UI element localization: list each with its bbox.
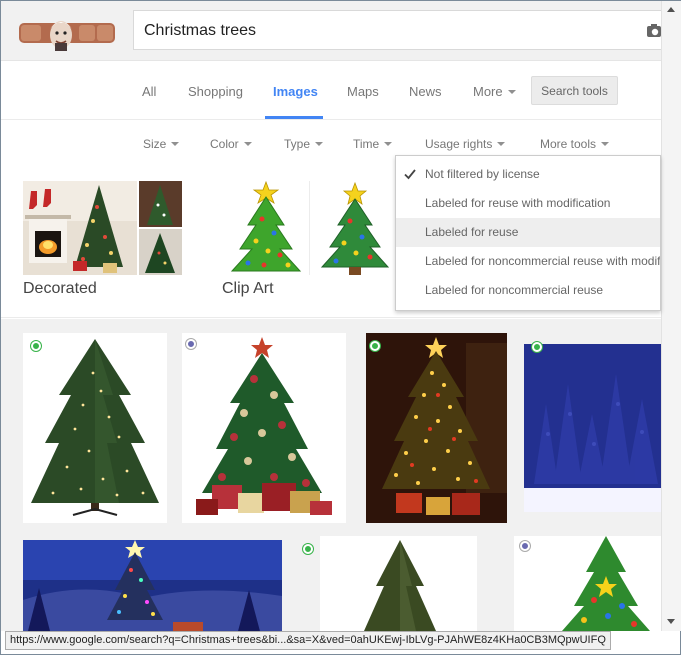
image-result[interactable] — [514, 536, 661, 631]
tool-color[interactable]: Color — [210, 137, 252, 151]
chevron-down-icon — [243, 141, 252, 146]
license-badge — [186, 339, 196, 349]
scroll-down-arrow-icon[interactable] — [667, 619, 675, 624]
chevron-down-icon — [601, 141, 610, 146]
tool-usage-rights[interactable]: Usage rights — [425, 137, 506, 151]
license-badge — [520, 541, 530, 551]
search-tools-button[interactable]: Search tools — [531, 76, 618, 105]
tab-maps[interactable]: Maps — [347, 84, 379, 99]
tool-label: Color — [210, 137, 239, 151]
image-result[interactable] — [23, 333, 167, 523]
related-label-decorated[interactable]: Decorated — [23, 280, 97, 298]
tool-size[interactable]: Size — [143, 137, 180, 151]
christmas-tree-image — [31, 339, 159, 516]
clip-art-tree-image — [222, 181, 397, 275]
menu-item-label: Labeled for noncommercial reuse with mod… — [425, 254, 661, 268]
usage-rights-menu: Not filtered by license Labeled for reus… — [395, 155, 661, 311]
related-card-clip-art[interactable] — [222, 181, 397, 275]
active-tab-underline — [265, 116, 323, 119]
scroll-up-arrow-icon[interactable] — [667, 7, 675, 12]
snowy-forest-image — [524, 344, 661, 512]
browser-window: All Shopping Images Maps News More Searc… — [0, 0, 681, 655]
image-result[interactable] — [320, 536, 477, 631]
image-results-grid — [1, 319, 661, 631]
decorated-tree-image — [23, 181, 182, 275]
tool-label: More tools — [540, 137, 597, 151]
menu-item-not-filtered[interactable]: Not filtered by license — [396, 160, 660, 189]
search-input[interactable] — [144, 19, 634, 43]
chevron-down-icon — [497, 141, 506, 146]
menu-item-label: Labeled for noncommercial reuse — [425, 283, 604, 297]
christmas-tree-image — [364, 540, 436, 631]
camera-icon[interactable] — [647, 23, 661, 39]
image-result[interactable] — [23, 540, 282, 631]
tab-more[interactable]: More — [473, 84, 516, 99]
license-badge — [532, 342, 542, 352]
menu-item-reuse[interactable]: Labeled for reuse — [396, 218, 660, 247]
tab-news[interactable]: News — [409, 84, 442, 99]
tool-label: Size — [143, 137, 167, 151]
license-badge — [370, 341, 380, 351]
search-box[interactable] — [133, 10, 661, 50]
chevron-down-icon — [315, 141, 324, 146]
checkmark-icon — [404, 169, 416, 180]
chevron-down-icon — [171, 141, 180, 146]
google-doodle-logo[interactable] — [17, 13, 117, 53]
vertical-scrollbar[interactable] — [661, 1, 681, 631]
image-result[interactable] — [182, 333, 346, 523]
tool-label: Type — [284, 137, 311, 151]
tool-label: Time — [353, 137, 380, 151]
tab-all[interactable]: All — [142, 84, 156, 99]
image-result[interactable] — [524, 344, 661, 512]
night-christmas-tree-image — [23, 540, 282, 631]
menu-item-noncommercial-modification[interactable]: Labeled for noncommercial reuse with mod… — [396, 247, 661, 276]
menu-item-label: Labeled for reuse with modification — [425, 196, 611, 210]
chevron-down-icon — [384, 141, 393, 146]
tool-type[interactable]: Type — [284, 137, 324, 151]
license-badge — [303, 544, 313, 554]
tool-label: Usage rights — [425, 137, 493, 151]
menu-item-reuse-modification[interactable]: Labeled for reuse with modification — [396, 189, 660, 218]
chevron-down-icon — [507, 89, 516, 94]
status-bar-url: https://www.google.com/search?q=Christma… — [5, 631, 611, 650]
image-result[interactable] — [366, 333, 507, 523]
menu-item-noncommercial[interactable]: Labeled for noncommercial reuse — [396, 276, 660, 305]
tab-shopping[interactable]: Shopping — [188, 84, 243, 99]
search-nav-tabs: All Shopping Images Maps News More Searc… — [1, 62, 661, 120]
tab-more-label: More — [473, 84, 503, 99]
christmas-tree-image — [562, 536, 650, 631]
related-card-decorated[interactable] — [23, 181, 182, 275]
christmas-tree-image — [366, 333, 507, 523]
menu-item-label: Not filtered by license — [425, 167, 540, 181]
tool-time[interactable]: Time — [353, 137, 393, 151]
christmas-tree-image — [196, 337, 332, 515]
related-label-clip-art[interactable]: Clip Art — [222, 280, 274, 298]
tab-images[interactable]: Images — [273, 84, 318, 99]
license-badge — [31, 341, 41, 351]
tool-more-tools[interactable]: More tools — [540, 137, 610, 151]
search-header — [1, 1, 661, 61]
menu-item-label: Labeled for reuse — [425, 225, 519, 239]
